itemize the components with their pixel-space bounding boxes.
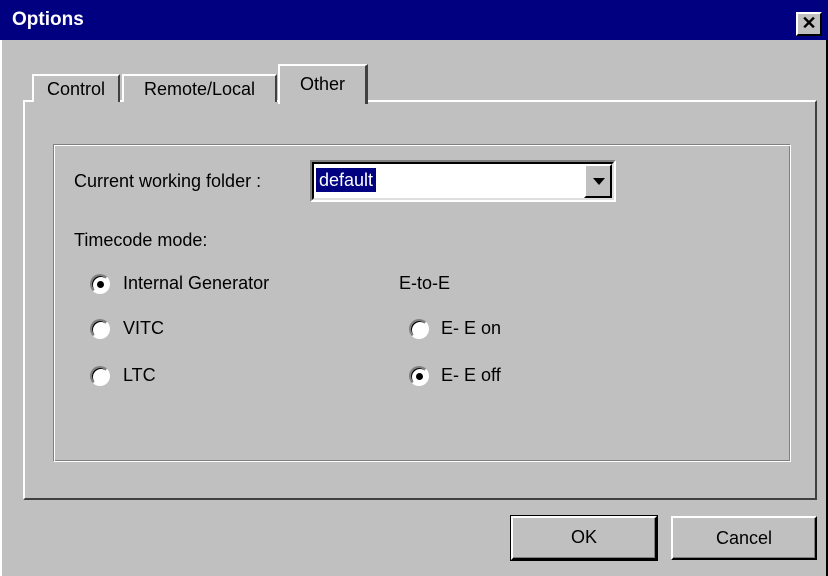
ltc-label[interactable]: LTC xyxy=(123,365,156,386)
timecode-label: Timecode mode: xyxy=(74,230,208,250)
radio-internal-generator[interactable] xyxy=(90,274,110,294)
radio-ee-on[interactable] xyxy=(409,319,429,339)
close-button[interactable]: ✕ xyxy=(796,12,822,36)
title-bar[interactable] xyxy=(0,0,828,40)
combo-dropdown-button[interactable] xyxy=(584,164,612,198)
chevron-down-icon xyxy=(593,178,605,185)
internal-generator-label[interactable]: Internal Generator xyxy=(123,273,269,294)
tab-remote-local[interactable]: Remote/Local xyxy=(122,74,277,102)
tab-other-label: Other xyxy=(299,74,346,94)
window-title: Options xyxy=(12,9,84,30)
folder-value[interactable]: default xyxy=(316,168,377,192)
tab-remote-local-label: Remote/Local xyxy=(143,79,256,99)
radio-ee-off[interactable] xyxy=(409,366,429,386)
e-to-e-label: E-to-E xyxy=(399,273,451,293)
cancel-button-label: Cancel xyxy=(715,528,773,548)
radio-ltc[interactable] xyxy=(90,366,110,386)
vitc-label[interactable]: VITC xyxy=(123,318,164,339)
tab-control-label: Control xyxy=(46,79,106,99)
tab-control[interactable]: Control xyxy=(32,74,120,102)
ok-button[interactable]: OK xyxy=(510,515,658,561)
window-edge-left xyxy=(0,40,2,576)
ee-on-label[interactable]: E- E on xyxy=(441,318,501,339)
ok-button-label: OK xyxy=(570,527,597,547)
radio-vitc[interactable] xyxy=(90,319,110,339)
folder-label: Current working folder : xyxy=(74,171,262,191)
cancel-button[interactable]: Cancel xyxy=(671,516,817,560)
ee-off-label[interactable]: E- E off xyxy=(441,365,501,386)
close-icon: ✕ xyxy=(801,13,817,33)
tab-other[interactable]: Other xyxy=(278,64,368,104)
combo-frame: default xyxy=(312,162,614,200)
active-tab-joint xyxy=(280,100,365,104)
folder-combobox[interactable]: default xyxy=(310,160,616,202)
